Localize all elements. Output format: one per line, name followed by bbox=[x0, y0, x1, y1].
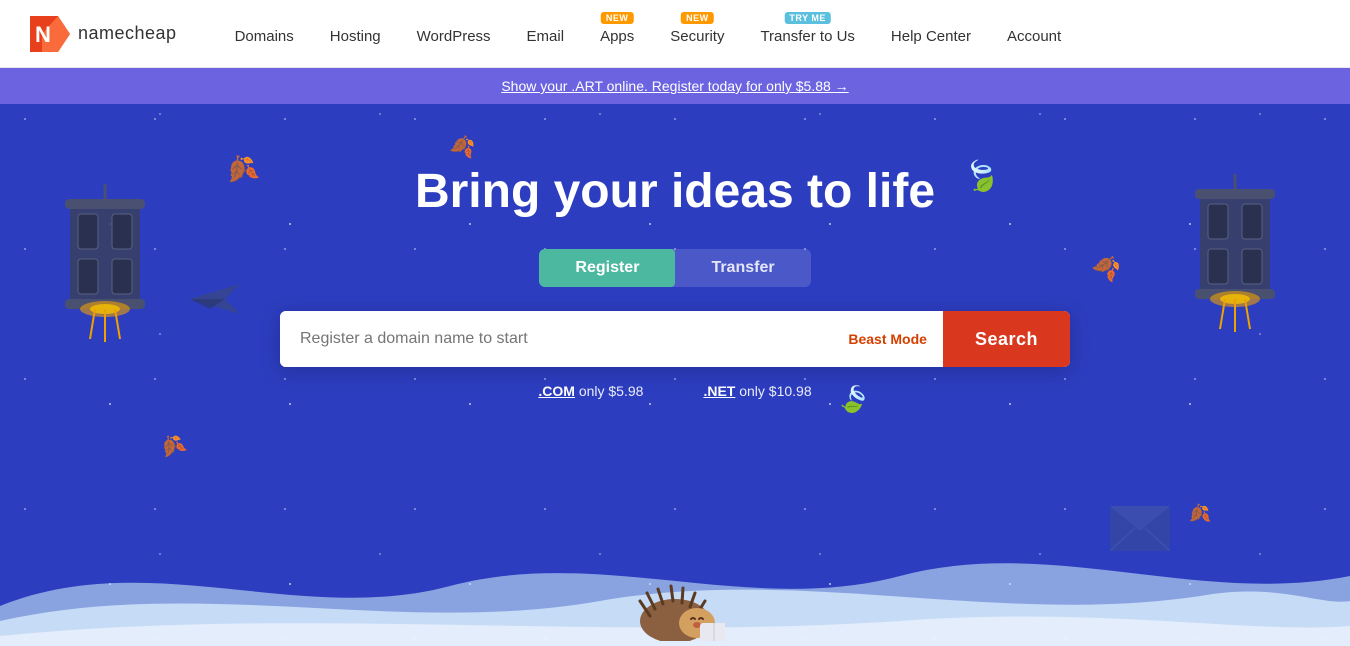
nav-item-domains[interactable]: Domains bbox=[217, 14, 312, 53]
hero-tabs: Register Transfer bbox=[539, 249, 810, 287]
leaf-3: 🍃 bbox=[959, 155, 1004, 198]
search-bar: Beast Mode Search bbox=[280, 311, 1070, 367]
apps-badge: NEW bbox=[601, 12, 634, 24]
nav-item-email[interactable]: Email bbox=[509, 14, 583, 53]
net-tld[interactable]: .NET bbox=[703, 383, 735, 399]
lantern-right bbox=[1180, 174, 1290, 339]
nav-item-transfer[interactable]: TRY ME Transfer to Us bbox=[742, 14, 872, 53]
search-button[interactable]: Search bbox=[943, 311, 1070, 367]
price-hints: .COM only $5.98 .NET only $10.98 bbox=[538, 383, 811, 399]
nav-item-hosting[interactable]: Hosting bbox=[312, 14, 399, 53]
tab-transfer[interactable]: Transfer bbox=[675, 249, 810, 287]
security-badge: NEW bbox=[681, 12, 714, 24]
net-price: .NET only $10.98 bbox=[703, 383, 811, 399]
envelope-decoration bbox=[1110, 506, 1170, 556]
lantern-left bbox=[50, 184, 160, 349]
logo-icon: N bbox=[30, 16, 70, 52]
net-price-text: only $10.98 bbox=[739, 383, 811, 399]
transfer-badge: TRY ME bbox=[784, 12, 831, 24]
navbar: N namecheap Domains Hosting WordPress Em… bbox=[0, 0, 1350, 68]
paper-plane bbox=[190, 284, 240, 319]
hero-section: 🍂 🍂 🍃 🍂 🍂 🍃 🍂 bbox=[0, 104, 1350, 646]
logo-text: namecheap bbox=[78, 23, 177, 44]
leaf-6: 🍃 bbox=[833, 379, 874, 419]
com-price: .COM only $5.98 bbox=[538, 383, 643, 399]
nav-item-account[interactable]: Account bbox=[989, 14, 1079, 53]
beast-mode-button[interactable]: Beast Mode bbox=[832, 311, 943, 367]
leaf-7: 🍂 bbox=[1186, 502, 1212, 527]
promo-link[interactable]: Show your .ART online. Register today fo… bbox=[501, 78, 848, 94]
leaf-4: 🍂 bbox=[1088, 249, 1124, 284]
hero-title: Bring your ideas to life bbox=[415, 164, 935, 219]
hedgehog-mascot bbox=[625, 571, 725, 646]
nav-item-apps[interactable]: NEW Apps bbox=[582, 14, 652, 53]
leaf-1: 🍂 bbox=[221, 149, 262, 189]
tab-register[interactable]: Register bbox=[539, 249, 675, 287]
com-price-text: only $5.98 bbox=[579, 383, 644, 399]
nav-item-wordpress[interactable]: WordPress bbox=[399, 14, 509, 53]
promo-banner: Show your .ART online. Register today fo… bbox=[0, 68, 1350, 104]
nav-items: Domains Hosting WordPress Email NEW Apps… bbox=[217, 14, 1320, 53]
leaf-2: 🍂 bbox=[448, 132, 477, 161]
nav-item-help[interactable]: Help Center bbox=[873, 14, 989, 53]
com-tld[interactable]: .COM bbox=[538, 383, 575, 399]
leaf-5: 🍂 bbox=[155, 429, 189, 463]
domain-search-input[interactable] bbox=[280, 311, 832, 367]
logo-link[interactable]: N namecheap bbox=[30, 16, 177, 52]
nav-item-security[interactable]: NEW Security bbox=[652, 14, 742, 53]
svg-text:N: N bbox=[35, 22, 51, 47]
